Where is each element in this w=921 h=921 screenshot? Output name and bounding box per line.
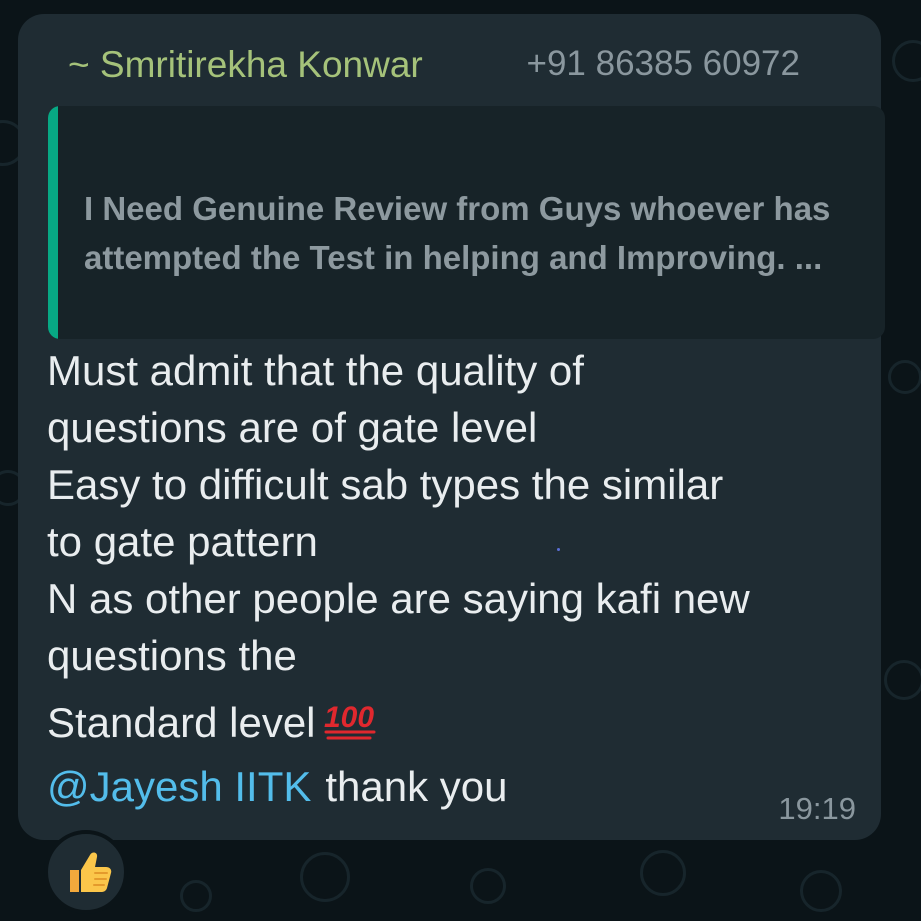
mention-line: @Jayesh IITK thank you (47, 763, 508, 811)
stray-dot (557, 548, 560, 551)
message-line: Must admit that the quality of (47, 347, 584, 394)
message-body: Must admit that the quality of questions… (47, 342, 867, 751)
wallpaper-doodle (800, 870, 842, 912)
thumbs-up-icon (70, 852, 112, 892)
standard-level-text: Standard level (47, 699, 316, 746)
quoted-message[interactable]: I Need Genuine Review from Guys whoever … (48, 106, 885, 339)
quote-accent-bar (48, 106, 58, 339)
wallpaper-doodle (180, 880, 212, 912)
svg-text:100: 100 (324, 701, 374, 734)
wallpaper-doodle (300, 852, 350, 902)
wallpaper-doodle (888, 360, 921, 394)
message-timestamp: 19:19 (778, 791, 856, 826)
quoted-message-text: I Need Genuine Review from Guys whoever … (84, 190, 831, 276)
hundred-points-icon: 100 (322, 697, 382, 741)
message-line: N as other people are saying kafi new (47, 575, 750, 622)
message-line: questions are of gate level (47, 404, 538, 451)
chat-background: ~ Smritirekha Konwar +91 86385 60972 I N… (0, 0, 921, 921)
message-line: questions the (47, 632, 297, 679)
thanks-text: thank you (325, 763, 508, 810)
wallpaper-doodle (470, 868, 506, 904)
message-line: to gate pattern (47, 518, 318, 565)
reaction-badge[interactable] (44, 830, 128, 914)
sender-phone: +91 86385 60972 (526, 44, 800, 83)
mention-link[interactable]: @Jayesh IITK (47, 763, 311, 810)
message-line-standard: Standard level 100 (47, 694, 867, 751)
wallpaper-doodle (884, 660, 921, 700)
message-line: Easy to difficult sab types the similar (47, 461, 724, 508)
wallpaper-doodle (640, 850, 686, 896)
sender-name[interactable]: ~ Smritirekha Konwar (68, 44, 423, 86)
wallpaper-doodle (892, 40, 921, 82)
